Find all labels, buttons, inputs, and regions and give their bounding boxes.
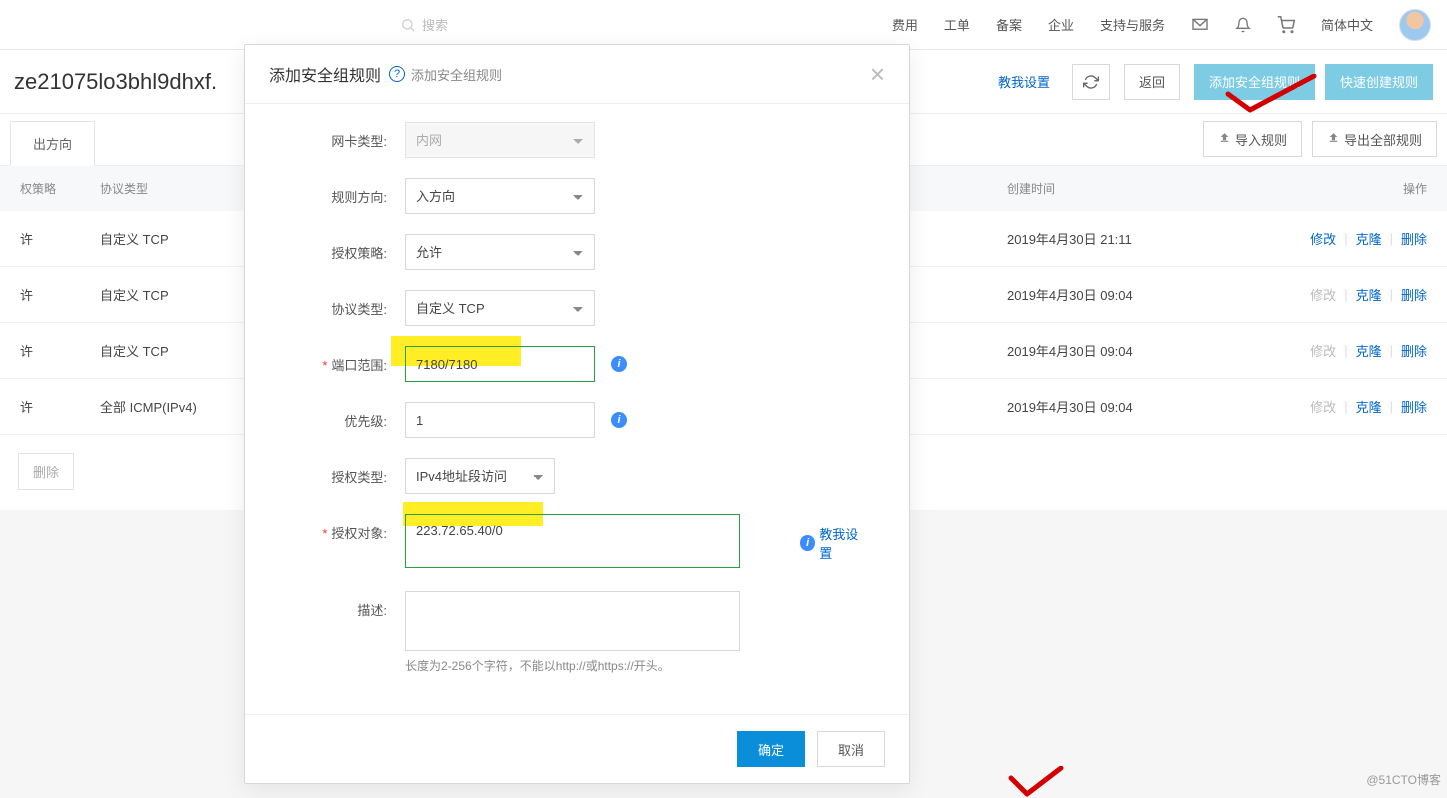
label-policy: 授权策略:	[285, 234, 405, 262]
action-edit: 修改	[1310, 397, 1336, 416]
label-auth-type: 授权类型:	[285, 458, 405, 486]
label-nic: 网卡类型:	[285, 122, 405, 150]
action-clone[interactable]: 克隆	[1356, 229, 1382, 248]
label-port: 端口范围:	[285, 346, 405, 374]
help-icon[interactable]: ?	[389, 66, 405, 82]
action-clone[interactable]: 克隆	[1356, 341, 1382, 360]
nav-enterprise[interactable]: 企业	[1048, 15, 1074, 34]
priority-input[interactable]	[405, 402, 595, 438]
teach-link-inline[interactable]: i 教我设置	[800, 524, 869, 562]
add-rule-modal: 添加安全组规则 ? 添加安全组规则 × 网卡类型: 内网 规则方向: 入方向 授…	[244, 44, 910, 784]
import-rule-button[interactable]: 导入规则	[1203, 121, 1302, 157]
cell-created: 2019年4月30日 09:04	[987, 267, 1227, 323]
nav-support[interactable]: 支持与服务	[1100, 15, 1165, 34]
cell-protocol: 自定义 TCP	[80, 211, 260, 267]
label-protocol: 协议类型:	[285, 290, 405, 318]
nic-select: 内网	[405, 122, 595, 158]
quick-rule-button[interactable]: 快速创建规则	[1325, 64, 1433, 100]
console-icon[interactable]	[1191, 18, 1209, 32]
top-links: 费用 工单 备案 企业 支持与服务 简体中文	[892, 9, 1431, 41]
label-desc: 描述:	[285, 591, 405, 619]
cell-policy: 许	[0, 379, 80, 435]
search-box[interactable]: 搜索	[400, 15, 448, 34]
cell-created: 2019年4月30日 09:04	[987, 323, 1227, 379]
bulk-delete-button: 删除	[18, 453, 74, 490]
check-annotation-icon	[1005, 766, 1065, 798]
action-delete[interactable]: 删除	[1401, 229, 1427, 248]
export-rule-label: 导出全部规则	[1344, 130, 1422, 149]
desc-input[interactable]	[405, 591, 740, 651]
port-input[interactable]	[405, 346, 595, 382]
cell-policy: 许	[0, 267, 80, 323]
modal-subtitle: 添加安全组规则	[411, 65, 502, 84]
th-policy: 权策略	[0, 166, 80, 211]
label-auth-obj: 授权对象:	[285, 514, 405, 542]
action-clone[interactable]: 克隆	[1356, 285, 1382, 304]
nav-beian[interactable]: 备案	[996, 15, 1022, 34]
th-protocol: 协议类型	[80, 166, 260, 211]
direction-select[interactable]: 入方向	[405, 178, 595, 214]
auth-obj-input[interactable]	[405, 514, 740, 568]
upload-icon	[1327, 131, 1340, 147]
export-rule-button[interactable]: 导出全部规则	[1312, 121, 1437, 157]
policy-select[interactable]: 允许	[405, 234, 595, 270]
action-clone[interactable]: 克隆	[1356, 397, 1382, 416]
bell-icon[interactable]	[1235, 16, 1251, 34]
refresh-icon	[1083, 74, 1099, 90]
search-placeholder: 搜索	[422, 15, 448, 34]
cell-created: 2019年4月30日 09:04	[987, 379, 1227, 435]
label-priority: 优先级:	[285, 402, 405, 430]
cell-policy: 许	[0, 211, 80, 267]
action-delete[interactable]: 删除	[1401, 397, 1427, 416]
action-edit[interactable]: 修改	[1310, 229, 1336, 248]
back-button[interactable]: 返回	[1124, 64, 1180, 100]
auth-type-select[interactable]: IPv4地址段访问	[405, 458, 555, 494]
instance-id: ze21075lo3bhl9dhxf.	[14, 69, 217, 95]
cell-created: 2019年4月30日 21:11	[987, 211, 1227, 267]
teach-link-label: 教我设置	[819, 524, 869, 562]
modal-body: 网卡类型: 内网 规则方向: 入方向 授权策略: 允许	[245, 104, 909, 714]
action-delete[interactable]: 删除	[1401, 285, 1427, 304]
protocol-select[interactable]: 自定义 TCP	[405, 290, 595, 326]
cell-protocol: 全部 ICMP(IPv4)	[80, 379, 260, 435]
cell-policy: 许	[0, 323, 80, 379]
th-created: 创建时间	[987, 166, 1227, 211]
cell-protocol: 自定义 TCP	[80, 267, 260, 323]
refresh-button[interactable]	[1072, 64, 1110, 100]
nav-fee[interactable]: 费用	[892, 15, 918, 34]
info-icon[interactable]: i	[611, 412, 627, 428]
add-rule-button[interactable]: 添加安全组规则	[1194, 64, 1315, 100]
ok-button[interactable]: 确定	[737, 731, 805, 767]
cancel-button[interactable]: 取消	[817, 731, 885, 767]
teach-link[interactable]: 教我设置	[998, 72, 1050, 91]
close-icon[interactable]: ×	[870, 61, 885, 87]
modal-title: 添加安全组规则	[269, 62, 381, 86]
nav-ticket[interactable]: 工单	[944, 15, 970, 34]
watermark: @51CTO博客	[1366, 771, 1441, 788]
topbar: 搜索 费用 工单 备案 企业 支持与服务 简体中文	[0, 0, 1447, 50]
lang-label[interactable]: 简体中文	[1321, 15, 1373, 34]
action-delete[interactable]: 删除	[1401, 341, 1427, 360]
search-icon	[400, 17, 416, 33]
tab-out-direction[interactable]: 出方向	[10, 121, 95, 166]
avatar[interactable]	[1399, 9, 1431, 41]
cell-protocol: 自定义 TCP	[80, 323, 260, 379]
info-icon: i	[800, 535, 815, 551]
action-edit: 修改	[1310, 285, 1336, 304]
import-rule-label: 导入规则	[1235, 130, 1287, 149]
label-direction: 规则方向:	[285, 178, 405, 206]
info-icon[interactable]: i	[611, 356, 627, 372]
th-actions: 操作	[1227, 166, 1447, 211]
action-edit: 修改	[1310, 341, 1336, 360]
desc-hint: 长度为2-256个字符，不能以http://或https://开头。	[405, 657, 740, 674]
modal-header: 添加安全组规则 ? 添加安全组规则 ×	[245, 45, 909, 104]
upload-icon	[1218, 131, 1231, 147]
modal-footer: 确定 取消	[245, 714, 909, 783]
cart-icon[interactable]	[1277, 16, 1295, 34]
